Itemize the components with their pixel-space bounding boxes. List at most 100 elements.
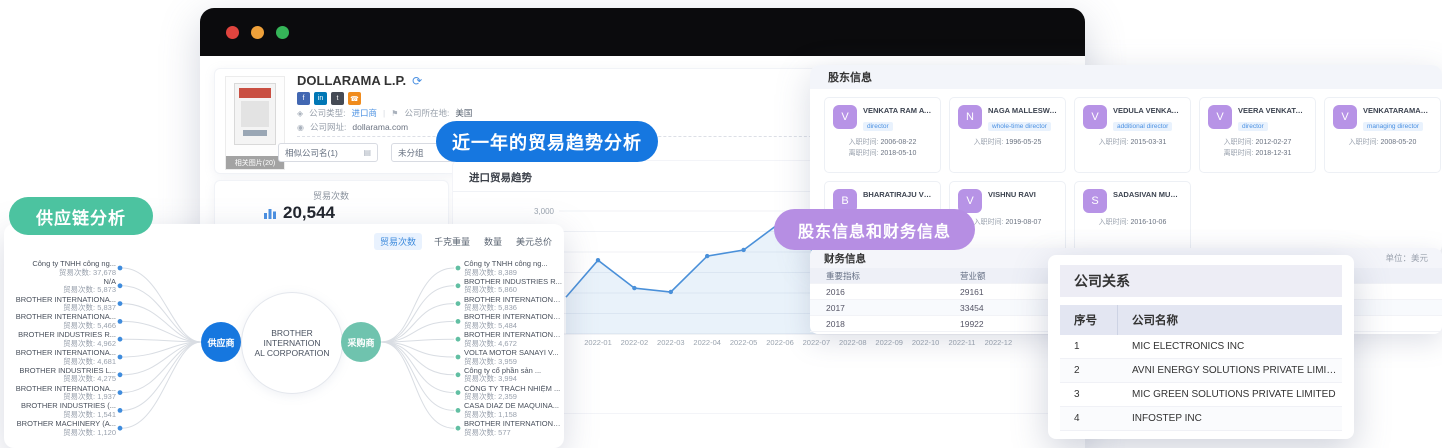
trade-count-value: 20,544 <box>283 203 335 222</box>
company-location-value[interactable]: 美国 <box>455 107 472 119</box>
buyer-trade-count: 贸易次数: 5,860 <box>464 285 517 295</box>
center-company-node[interactable]: BROTHER INTERNATION AL CORPORATION <box>241 292 343 394</box>
shareholder-card[interactable]: N NAGA MALLESWARA R... whole-time director… <box>949 97 1066 173</box>
leave-date: 离职时间: 2018-05-10 <box>848 149 917 157</box>
relation-row[interactable]: 1 MIC ELECTRONICS INC <box>1060 335 1342 359</box>
svg-text:2022-01: 2022-01 <box>584 338 612 347</box>
product-image: 相关图片(20) <box>225 76 285 170</box>
buyer-item: BROTHER INTERNATIONA... 贸易次数: 5,836 <box>464 296 564 313</box>
shareholder-dates: 入职时间: 2006-08-22 离职时间: 2018-05-10 <box>833 138 932 160</box>
shareholder-dates: 入职时间: 2012-02-27 离职时间: 2018-12-31 <box>1208 138 1307 160</box>
buyer-item: Công ty TNHH công ng... 贸易次数: 8,389 <box>464 260 564 277</box>
svg-text:2022-06: 2022-06 <box>766 338 794 347</box>
company-relations-panel: 公司关系 序号 公司名称 1 MIC ELECTRONICS INC 2 AVNI E… <box>1048 255 1354 439</box>
company-type-value[interactable]: 进口商 <box>352 107 378 119</box>
relation-company-name: MIC GREEN SOLUTIONS PRIVATE LIMITED <box>1132 389 1336 400</box>
linkedin-icon[interactable]: in <box>314 92 327 105</box>
buyer-item: CÔNG TY TRÁCH NHIỆM ... 贸易次数: 2,359 <box>464 385 564 402</box>
supplier-item: BROTHER INTERNATIONA... 贸易次数: 5,466 <box>6 313 116 330</box>
join-date: 入职时间: 1996-05-25 <box>973 139 1042 146</box>
traffic-light-close[interactable] <box>226 25 239 39</box>
shareholder-name: BHARATIRAJU VEGIRAJU <box>863 190 932 199</box>
relation-index: 1 <box>1074 341 1080 352</box>
svg-text:2022-09: 2022-09 <box>875 338 903 347</box>
phone-icon[interactable]: ☎ <box>348 92 361 105</box>
svg-text:2022-07: 2022-07 <box>803 338 831 347</box>
supply-chain-badge: 供应链分析 <box>9 197 153 235</box>
relation-row[interactable]: 2 AVNI ENERGY SOLUTIONS PRIVATE LIMITED <box>1060 359 1342 383</box>
supplier-item: BROTHER MACHINERY (A... 贸易次数: 1,120 <box>6 420 116 437</box>
similar-company-input[interactable]: 相似公司名(1) ▤ <box>278 143 378 162</box>
supplier-role-node[interactable]: 供应商 <box>201 322 241 362</box>
buyer-item: Công ty cổ phần sản ... 贸易次数: 3,994 <box>464 367 564 384</box>
traffic-light-minimize[interactable] <box>251 25 264 39</box>
shareholder-identity: NAGA MALLESWARA R... whole-time director <box>988 105 1057 133</box>
supplier-item: BROTHER INTERNATIONA... 贸易次数: 1,937 <box>6 385 116 402</box>
shareholder-role-badge: additional director <box>1113 122 1173 131</box>
shareholder-name: VEDULA VENKATA RAM... <box>1113 106 1182 115</box>
shareholder-identity: BHARATIRAJU VEGIRAJU <box>863 189 932 199</box>
supply-chain-panel: 贸易次数 千克重量 数量 美元总价 Công ty TNHH công ng... 贸易… <box>4 224 564 448</box>
finance-col-indicator: 重要指标 <box>826 270 861 281</box>
join-date: 入职时间: 2015-03-31 <box>1098 139 1167 146</box>
relation-row[interactable]: 3 MIC GREEN SOLUTIONS PRIVATE LIMITED <box>1060 383 1342 407</box>
shareholder-identity: VISHNU RAVI <box>988 189 1036 199</box>
shareholder-card[interactable]: V VENKATA RAM ATLURI director 入职时间: 2006-08… <box>824 97 941 173</box>
shareholder-name: VENKATARAMANA MAG... <box>1363 106 1432 115</box>
leave-date: 离职时间: 2018-12-31 <box>1223 149 1292 157</box>
twitter-icon[interactable]: t <box>331 92 344 105</box>
shareholder-name: VENKATA RAM ATLURI <box>863 106 932 115</box>
buyer-item: BROTHER INTERNATIONA... 贸易次数: 5,484 <box>464 313 564 330</box>
buyer-trade-count: 贸易次数: 4,672 <box>464 338 517 348</box>
bar-chart-icon <box>264 209 276 219</box>
finance-year: 2016 <box>826 286 845 297</box>
avatar: N <box>958 105 982 129</box>
shareholder-card-top: V VISHNU RAVI <box>958 189 1057 213</box>
shareholder-card[interactable]: V VEERA VENKATA SATYA... director 入职时间: 201… <box>1199 97 1316 173</box>
screenshot-stage: 相关图片(20) DOLLARAMA L.P. ⟳ f in t ☎ ◈ 公司类型: 进… <box>0 0 1442 448</box>
supplier-trade-count: 贸易次数: 5,873 <box>63 285 116 295</box>
buyer-item: BROTHER INTERNATIONA... 贸易次数: 4,672 <box>464 331 564 348</box>
company-location-label: 公司所在地: <box>404 108 450 118</box>
shareholder-card-top: S SADASIVAN MURALIKR... <box>1083 189 1182 213</box>
shareholder-dates: 入职时间: 2016-10-06 <box>1083 218 1182 229</box>
svg-text:2022-05: 2022-05 <box>730 338 758 347</box>
relations-col-name: 公司名称 <box>1132 315 1178 327</box>
related-images-caption[interactable]: 相关图片(20) <box>226 156 284 169</box>
shareholder-card[interactable]: V VEDULA VENKATA RAM... additional directo… <box>1074 97 1191 173</box>
finance-year: 2017 <box>826 302 845 313</box>
facebook-icon[interactable]: f <box>297 92 310 105</box>
svg-text:2022-02: 2022-02 <box>621 338 649 347</box>
shareholder-card-top: V VEDULA VENKATA RAM... additional directo… <box>1083 105 1182 133</box>
shareholder-identity: VEERA VENKATA SATYA... director <box>1238 105 1307 133</box>
supplier-item: BROTHER INTERNATIONA... 贸易次数: 5,837 <box>6 296 116 313</box>
finance-title: 财务信息 <box>824 252 866 265</box>
shareholder-role-badge: whole-time director <box>988 122 1051 131</box>
traffic-light-maximize[interactable] <box>276 25 289 39</box>
buyer-trade-count: 贸易次数: 8,389 <box>464 267 517 277</box>
svg-text:3,000: 3,000 <box>534 207 555 216</box>
buyer-role-node[interactable]: 采购商 <box>341 322 381 362</box>
buyer-item: BROTHER INDUSTRIES R... 贸易次数: 5,860 <box>464 278 564 295</box>
relation-company-name: MIC ELECTRONICS INC <box>1132 341 1245 352</box>
shareholder-card[interactable]: S SADASIVAN MURALIKR... 入职时间: 2016-10-06 <box>1074 181 1191 257</box>
shareholder-identity: SADASIVAN MURALIKR... <box>1113 189 1182 199</box>
avatar: V <box>1333 105 1357 129</box>
chart-title: 进口贸易趋势 <box>469 172 532 184</box>
refresh-icon[interactable]: ⟳ <box>412 74 422 88</box>
shareholder-card[interactable]: V VENKATARAMANA MAG... managing director 入职… <box>1324 97 1441 173</box>
relations-col-index: 序号 <box>1060 305 1118 335</box>
buyer-trade-count: 贸易次数: 2,359 <box>464 392 517 402</box>
join-date: 入职时间: 2006-08-22 <box>848 139 917 146</box>
company-website-value[interactable]: dollarama.com <box>352 122 408 132</box>
supplier-item: BROTHER INTERNATIONA... 贸易次数: 4,681 <box>6 349 116 366</box>
shareholder-dates: 入职时间: 2015-03-31 <box>1083 138 1182 149</box>
finance-unit: 单位：美元 <box>1385 253 1428 263</box>
svg-text:2022-04: 2022-04 <box>693 338 721 347</box>
buyer-trade-count: 贸易次数: 5,836 <box>464 303 517 313</box>
relation-row[interactable]: 4 INFOSTEP INC <box>1060 407 1342 431</box>
relation-index: 3 <box>1074 389 1080 400</box>
svg-text:2022-10: 2022-10 <box>912 338 940 347</box>
company-meta-row: ◈ 公司类型: 进口商 | ⚑ 公司所在地: 美国 <box>297 107 472 119</box>
shareholder-card-top: N NAGA MALLESWARA R... whole-time director <box>958 105 1057 133</box>
